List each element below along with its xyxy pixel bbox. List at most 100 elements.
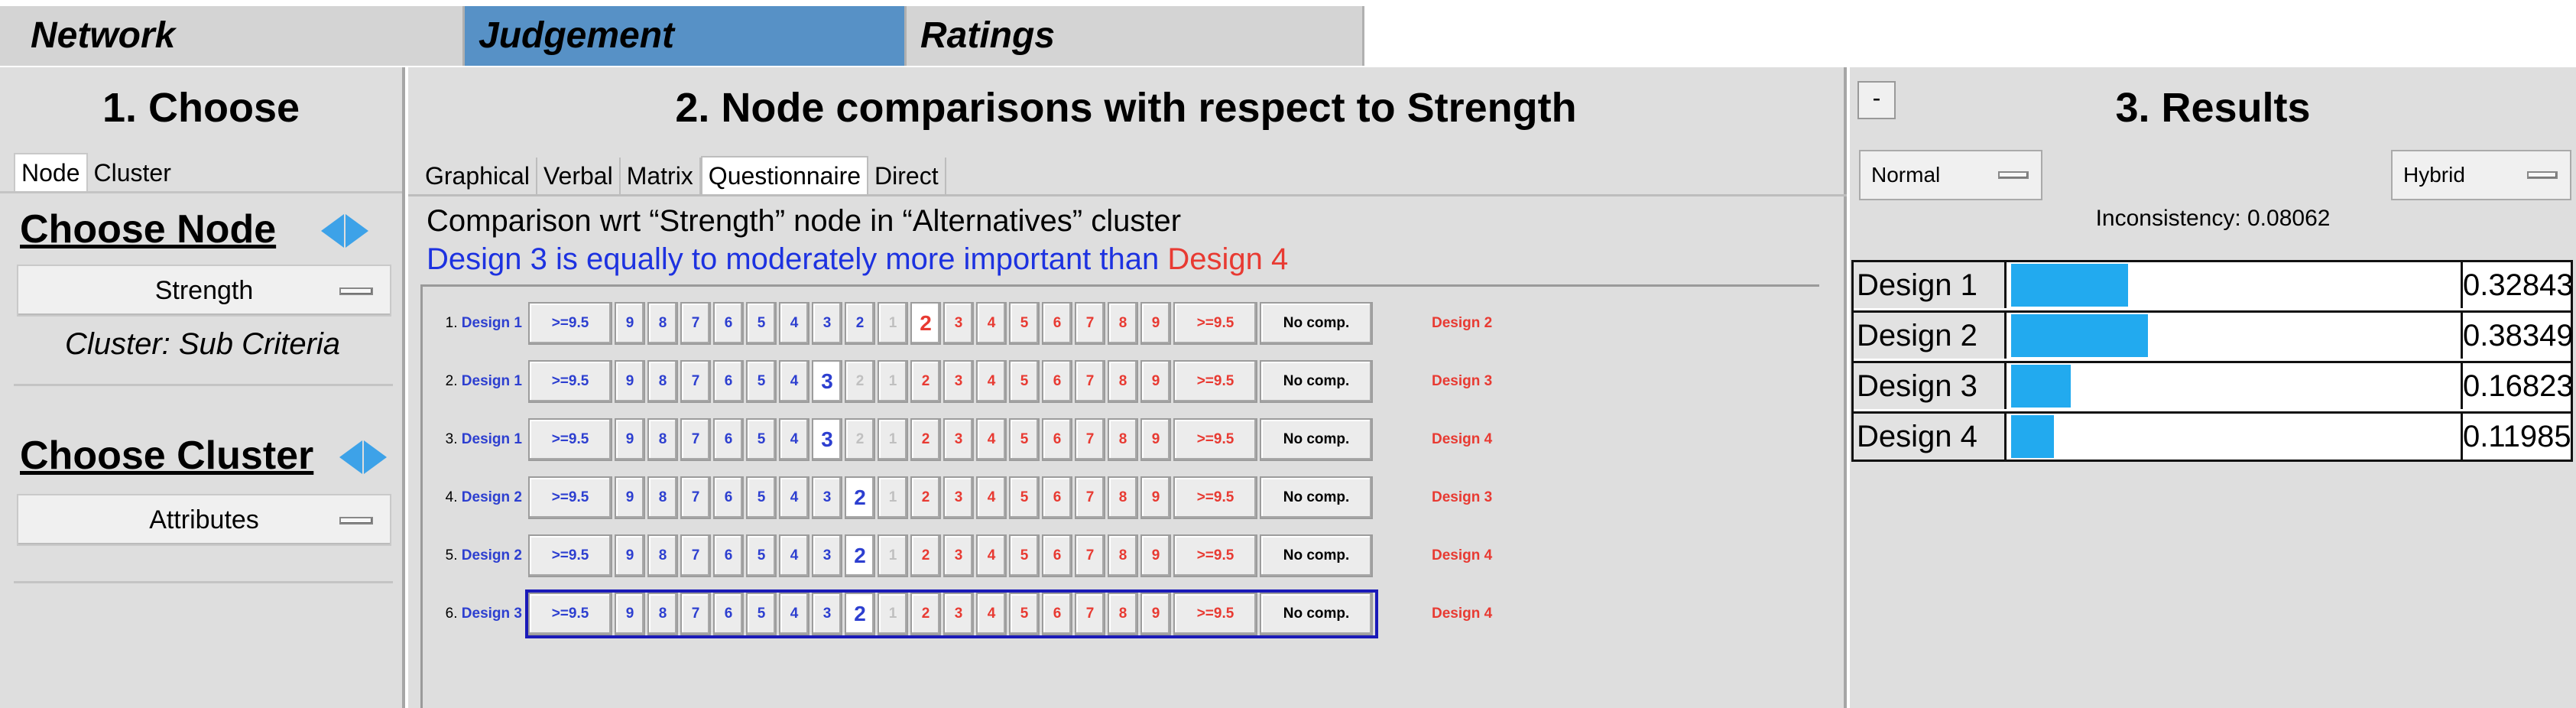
scale-right-9[interactable]: 9 (1140, 418, 1171, 461)
no-comparison-button[interactable]: No comp. (1260, 534, 1373, 577)
scale-right-3[interactable]: 3 (943, 593, 974, 635)
no-comparison-button[interactable]: No comp. (1260, 302, 1373, 345)
node-dropdown[interactable]: Strength (17, 265, 391, 317)
scale-left-7[interactable]: 7 (680, 302, 711, 345)
scale-left-4[interactable]: 4 (779, 534, 809, 577)
scale-left-2[interactable]: 2 (845, 360, 875, 403)
scale-right-4[interactable]: 4 (976, 418, 1007, 461)
scale-right-8[interactable]: 8 (1108, 360, 1138, 403)
scale-left-3[interactable]: 3 (812, 476, 842, 519)
scale-left-9[interactable]: 9 (615, 593, 645, 635)
scale-left-5[interactable]: 5 (746, 418, 777, 461)
scale-right-6[interactable]: 6 (1042, 593, 1072, 635)
scale-left-2[interactable]: 2 (845, 476, 875, 519)
scale-right->=9.5[interactable]: >=9.5 (1173, 476, 1257, 519)
scale-right-9[interactable]: 9 (1140, 476, 1171, 519)
scale-left-7[interactable]: 7 (680, 534, 711, 577)
scale-right-2[interactable]: 2 (910, 360, 941, 403)
scale-left-6[interactable]: 6 (713, 302, 744, 345)
scale-right-3[interactable]: 3 (943, 476, 974, 519)
scale-right-3[interactable]: 3 (943, 418, 974, 461)
scale-right-5[interactable]: 5 (1009, 534, 1040, 577)
scale-left-5[interactable]: 5 (746, 476, 777, 519)
scale-left-6[interactable]: 6 (713, 534, 744, 577)
scale-right->=9.5[interactable]: >=9.5 (1173, 593, 1257, 635)
scale-left-6[interactable]: 6 (713, 360, 744, 403)
scale-left-1[interactable]: 1 (878, 534, 908, 577)
tab-node[interactable]: Node (14, 153, 88, 191)
scale-right-3[interactable]: 3 (943, 302, 974, 345)
scale-left-2[interactable]: 2 (845, 302, 875, 345)
tab-verbal[interactable]: Verbal (537, 158, 621, 196)
scale-right-4[interactable]: 4 (976, 302, 1007, 345)
scale-left->=9.5[interactable]: >=9.5 (528, 534, 612, 577)
tab-direct[interactable]: Direct (868, 158, 946, 196)
scale-right->=9.5[interactable]: >=9.5 (1173, 360, 1257, 403)
scale-right-4[interactable]: 4 (976, 360, 1007, 403)
scale-right-9[interactable]: 9 (1140, 302, 1171, 345)
scale-left-7[interactable]: 7 (680, 476, 711, 519)
scale-left-5[interactable]: 5 (746, 593, 777, 635)
tab-ratings[interactable]: Ratings (907, 6, 1364, 66)
scale-left-6[interactable]: 6 (713, 593, 744, 635)
scale-left-9[interactable]: 9 (615, 418, 645, 461)
scale-right-8[interactable]: 8 (1108, 418, 1138, 461)
scale-left-5[interactable]: 5 (746, 534, 777, 577)
scale-left-4[interactable]: 4 (779, 593, 809, 635)
scale-right-2[interactable]: 2 (910, 302, 941, 345)
scale-right-9[interactable]: 9 (1140, 534, 1171, 577)
scale-right-5[interactable]: 5 (1009, 593, 1040, 635)
scale-left-9[interactable]: 9 (615, 302, 645, 345)
scale-right-4[interactable]: 4 (976, 593, 1007, 635)
no-comparison-button[interactable]: No comp. (1260, 593, 1373, 635)
scale-right-2[interactable]: 2 (910, 534, 941, 577)
scale-left-9[interactable]: 9 (615, 360, 645, 403)
scale-left-4[interactable]: 4 (779, 418, 809, 461)
arrow-left-icon[interactable] (339, 440, 362, 474)
scale-left->=9.5[interactable]: >=9.5 (528, 476, 612, 519)
scale-left-8[interactable]: 8 (647, 302, 678, 345)
scale-left-9[interactable]: 9 (615, 534, 645, 577)
scale-right-8[interactable]: 8 (1108, 476, 1138, 519)
scale-left-3[interactable]: 3 (812, 302, 842, 345)
scale-left-6[interactable]: 6 (713, 476, 744, 519)
tab-judgement[interactable]: Judgement (465, 6, 907, 66)
scale-right-7[interactable]: 7 (1075, 593, 1105, 635)
scale-left-1[interactable]: 1 (878, 360, 908, 403)
scale-right-5[interactable]: 5 (1009, 360, 1040, 403)
hybrid-dropdown[interactable]: Hybrid (2391, 150, 2571, 200)
scale-left-8[interactable]: 8 (647, 476, 678, 519)
scale-right-2[interactable]: 2 (910, 593, 941, 635)
scale-right-3[interactable]: 3 (943, 360, 974, 403)
tab-matrix[interactable]: Matrix (621, 158, 701, 196)
scale-right->=9.5[interactable]: >=9.5 (1173, 302, 1257, 345)
scale-right-8[interactable]: 8 (1108, 534, 1138, 577)
scale-left-4[interactable]: 4 (779, 360, 809, 403)
scale-right-5[interactable]: 5 (1009, 418, 1040, 461)
scale-right-5[interactable]: 5 (1009, 302, 1040, 345)
scale-right-6[interactable]: 6 (1042, 418, 1072, 461)
cluster-dropdown[interactable]: Attributes (17, 494, 391, 546)
scale-right-7[interactable]: 7 (1075, 302, 1105, 345)
scale-right-5[interactable]: 5 (1009, 476, 1040, 519)
tab-questionnaire[interactable]: Questionnaire (700, 156, 869, 194)
no-comparison-button[interactable]: No comp. (1260, 476, 1373, 519)
scale-left->=9.5[interactable]: >=9.5 (528, 418, 612, 461)
scale-left->=9.5[interactable]: >=9.5 (528, 593, 612, 635)
scale-right-7[interactable]: 7 (1075, 360, 1105, 403)
node-nav-arrows[interactable] (321, 214, 368, 248)
scale-left-2[interactable]: 2 (845, 593, 875, 635)
scale-right-3[interactable]: 3 (943, 534, 974, 577)
scale-right-4[interactable]: 4 (976, 534, 1007, 577)
no-comparison-button[interactable]: No comp. (1260, 418, 1373, 461)
scale-right-6[interactable]: 6 (1042, 302, 1072, 345)
scale-left-3[interactable]: 3 (812, 593, 842, 635)
scale-left-1[interactable]: 1 (878, 593, 908, 635)
scale-right-6[interactable]: 6 (1042, 476, 1072, 519)
normal-dropdown[interactable]: Normal (1859, 150, 2042, 200)
scale-left-5[interactable]: 5 (746, 302, 777, 345)
scale-left-2[interactable]: 2 (845, 534, 875, 577)
arrow-right-icon[interactable] (346, 214, 368, 248)
scale-left-1[interactable]: 1 (878, 418, 908, 461)
arrow-right-icon[interactable] (364, 440, 387, 474)
